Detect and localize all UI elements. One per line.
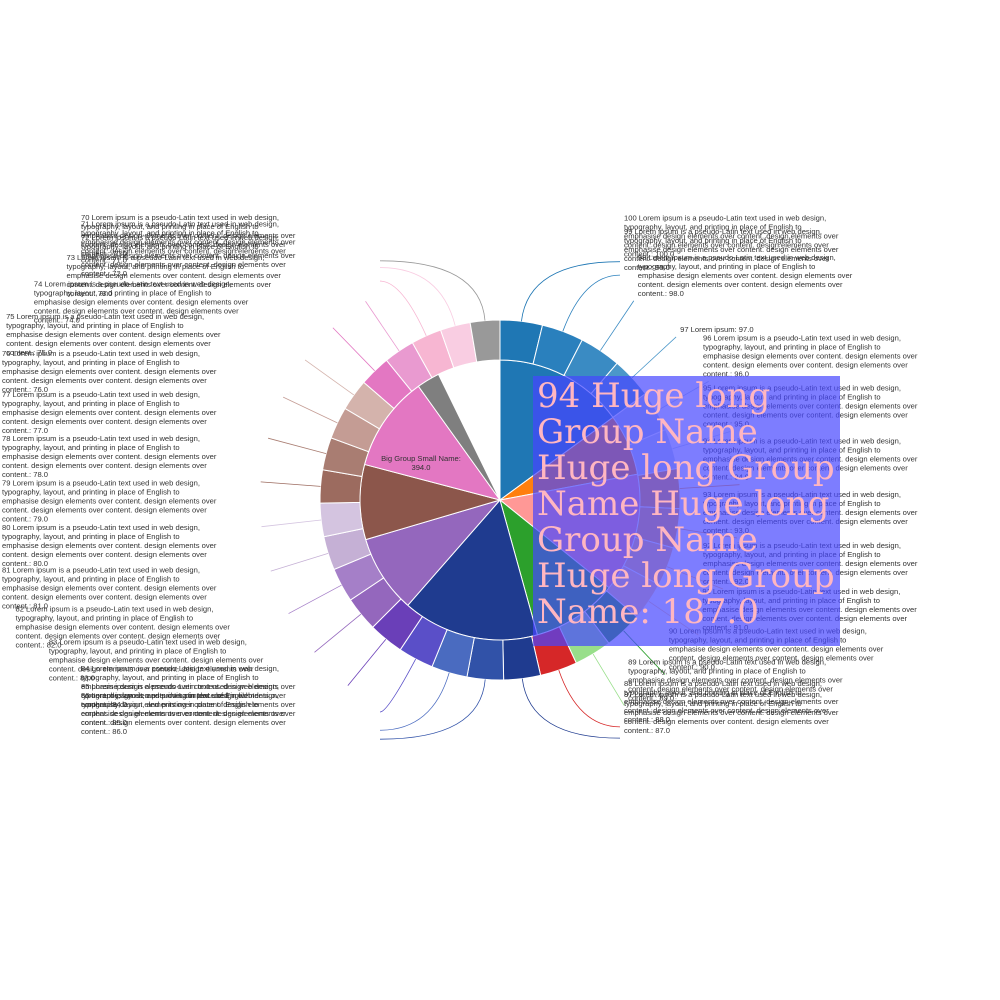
outer-label: 98 Lorem ipsum is a pseudo-Latin text us…: [638, 253, 853, 298]
leader-line: [521, 678, 621, 739]
outer-label: 80 Lorem ipsum is a pseudo-Latin text us…: [2, 523, 217, 568]
outer-label: 87 Lorem ipsum is a pseudo-Latin text us…: [624, 690, 839, 735]
leader-line: [558, 670, 621, 728]
outer-label: 96 Lorem ipsum is a pseudo-Latin text us…: [703, 333, 918, 378]
leader-line: [365, 301, 400, 352]
leader-line: [267, 437, 327, 455]
leader-line: [631, 336, 677, 379]
leader-line: [347, 638, 387, 686]
leader-line: [260, 481, 321, 487]
leader-line: [304, 359, 355, 396]
leader-line: [314, 613, 362, 653]
leader-line: [592, 653, 625, 706]
leader-line: [379, 672, 450, 731]
leader-line: [282, 396, 338, 424]
leader-line: [379, 260, 486, 321]
outer-label: 78 Lorem ipsum is a pseudo-Latin text us…: [2, 434, 217, 479]
sunburst-chart: 100 Lorem ipsum is a pseudo-Latin text u…: [2, 213, 918, 740]
leader-line: [379, 267, 456, 326]
outer-label: 77 Lorem ipsum is a pseudo-Latin text us…: [2, 390, 217, 435]
leader-line: [600, 300, 635, 351]
leader-line: [270, 552, 329, 572]
leader-line: [379, 679, 486, 740]
leader-line: [332, 327, 375, 372]
center-label: Big Group Small Name:: [381, 454, 461, 463]
leader-line: [379, 280, 427, 336]
center-value: 394.0: [411, 463, 430, 472]
outer-label: 79 Lorem ipsum is a pseudo-Latin text us…: [2, 479, 217, 524]
hover-tooltip: 94 Huge long Group Name Huge long Group …: [533, 376, 840, 646]
leader-line: [562, 274, 621, 332]
leader-line: [261, 519, 322, 528]
leader-line: [288, 584, 342, 614]
leader-line: [379, 658, 417, 713]
